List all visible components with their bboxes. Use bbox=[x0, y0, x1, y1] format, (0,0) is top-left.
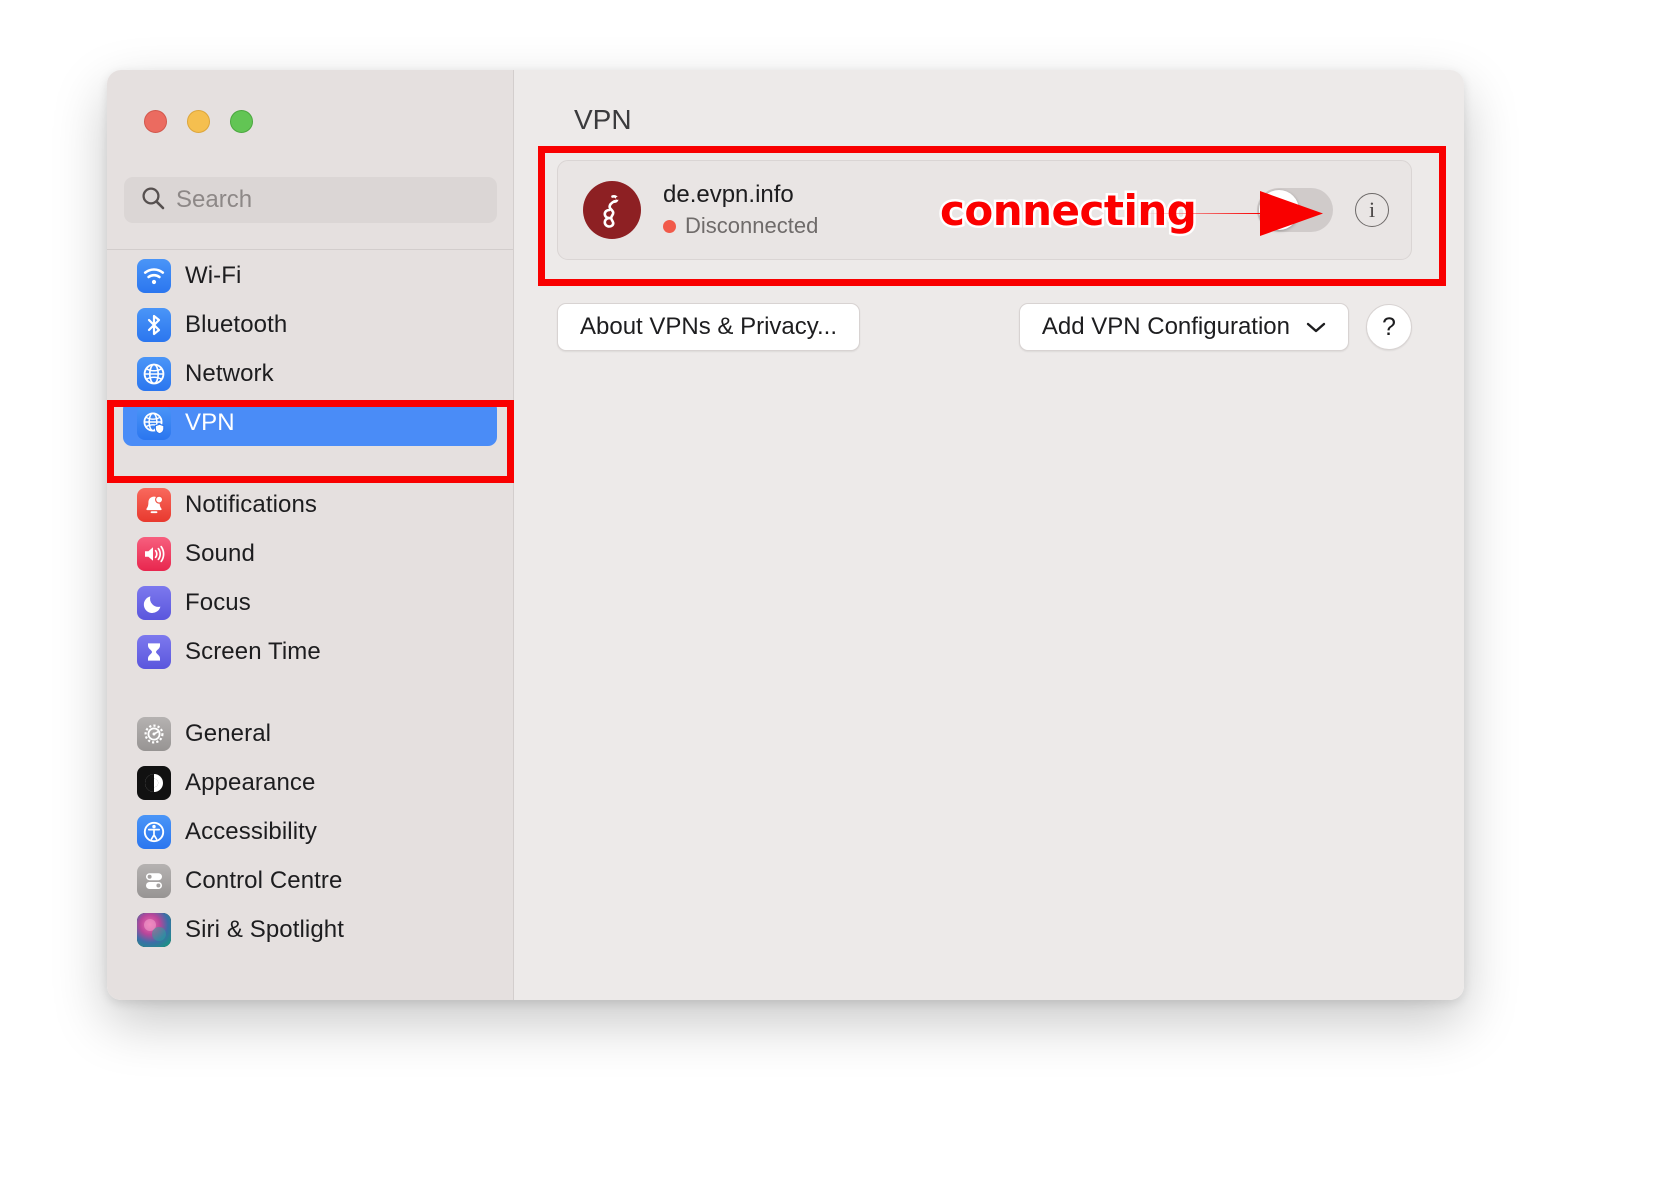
sidebar-item-focus[interactable]: Focus bbox=[123, 580, 497, 626]
speaker-icon bbox=[137, 537, 171, 571]
globe-icon bbox=[137, 357, 171, 391]
info-icon[interactable]: i bbox=[1355, 193, 1389, 227]
status-dot-icon bbox=[663, 219, 676, 233]
minimize-button[interactable] bbox=[187, 110, 210, 133]
sidebar-item-label: Control Centre bbox=[185, 867, 343, 894]
sidebar-item-notifications[interactable]: Notifications bbox=[123, 482, 497, 528]
sidebar-item-label: Screen Time bbox=[185, 638, 321, 665]
sidebar-item-label: VPN bbox=[185, 409, 235, 436]
sidebar-item-label: General bbox=[185, 720, 272, 747]
bluetooth-icon bbox=[137, 308, 171, 342]
sidebar-item-label: Focus bbox=[185, 589, 251, 616]
window-controls bbox=[144, 110, 253, 133]
wifi-icon bbox=[137, 259, 171, 293]
vpn-toggle[interactable] bbox=[1257, 188, 1333, 232]
vpn-provider-logo-icon bbox=[583, 181, 641, 239]
sidebar: Wi-Fi Bluetooth bbox=[107, 70, 514, 1000]
appearance-icon bbox=[137, 766, 171, 800]
sidebar-group-alerts: Notifications Sound Focus Screen Time bbox=[107, 482, 513, 675]
sidebar-item-wi-fi[interactable]: Wi-Fi bbox=[123, 253, 497, 299]
add-vpn-configuration-label: Add VPN Configuration bbox=[1041, 313, 1290, 340]
sidebar-item-accessibility[interactable]: Accessibility bbox=[123, 809, 497, 855]
main-content: VPN de.evpn.info Disconnected i About VP… bbox=[514, 70, 1464, 1000]
search-box[interactable] bbox=[124, 177, 497, 223]
search-icon bbox=[140, 185, 166, 216]
globe-shield-icon bbox=[137, 406, 171, 440]
moon-icon bbox=[137, 586, 171, 620]
switches-icon bbox=[137, 864, 171, 898]
sidebar-item-label: Accessibility bbox=[185, 818, 317, 845]
sidebar-item-label: Network bbox=[185, 360, 274, 387]
hourglass-icon bbox=[137, 635, 171, 669]
accessibility-icon bbox=[137, 815, 171, 849]
help-button[interactable]: ? bbox=[1366, 304, 1412, 350]
chevron-down-icon bbox=[1306, 313, 1326, 341]
vpn-configuration-row[interactable]: de.evpn.info Disconnected i bbox=[557, 160, 1412, 260]
sidebar-group-network: Wi-Fi Bluetooth Network VPN bbox=[107, 253, 513, 446]
sidebar-item-label: Siri & Spotlight bbox=[185, 916, 345, 943]
sidebar-item-appearance[interactable]: Appearance bbox=[123, 760, 497, 806]
sidebar-item-label: Appearance bbox=[185, 769, 316, 796]
vpn-name: de.evpn.info bbox=[663, 181, 794, 208]
bell-icon bbox=[137, 488, 171, 522]
page-title: VPN bbox=[574, 104, 632, 135]
vpn-row-controls: i bbox=[1257, 188, 1389, 232]
sidebar-item-network[interactable]: Network bbox=[123, 351, 497, 397]
system-settings-window: Wi-Fi Bluetooth bbox=[107, 70, 1464, 1000]
sidebar-item-general[interactable]: General bbox=[123, 711, 497, 757]
sidebar-item-screen-time[interactable]: Screen Time bbox=[123, 629, 497, 675]
search-input[interactable] bbox=[176, 186, 466, 214]
sidebar-item-control-centre[interactable]: Control Centre bbox=[123, 858, 497, 904]
sidebar-item-label: Notifications bbox=[185, 491, 318, 518]
maximize-button[interactable] bbox=[230, 110, 253, 133]
sidebar-item-bluetooth[interactable]: Bluetooth bbox=[123, 302, 497, 348]
sidebar-item-label: Wi-Fi bbox=[185, 262, 242, 289]
vpn-row-texts: de.evpn.info Disconnected bbox=[663, 181, 818, 239]
sidebar-nav[interactable]: Wi-Fi Bluetooth Network VPN Notification… bbox=[107, 250, 513, 1000]
sidebar-item-label: Sound bbox=[185, 540, 255, 567]
sidebar-group-system: General Appearance Accessibility Control… bbox=[107, 711, 513, 953]
toggle-knob bbox=[1259, 190, 1299, 230]
status-badge: Disconnected bbox=[685, 213, 819, 238]
sidebar-item-label: Bluetooth bbox=[185, 311, 288, 338]
siri-icon bbox=[137, 913, 171, 947]
action-buttons-row: About VPNs & Privacy... Add VPN Configur… bbox=[557, 303, 1412, 351]
close-button[interactable] bbox=[144, 110, 167, 133]
add-vpn-configuration-button[interactable]: Add VPN Configuration bbox=[1018, 303, 1349, 351]
sidebar-item-siri-and-spotlight[interactable]: Siri & Spotlight bbox=[123, 907, 497, 953]
about-vpns-and-privacy-button[interactable]: About VPNs & Privacy... bbox=[557, 303, 860, 351]
sidebar-item-vpn[interactable]: VPN bbox=[123, 400, 497, 446]
sidebar-item-sound[interactable]: Sound bbox=[123, 531, 497, 577]
gear-icon bbox=[137, 717, 171, 751]
vpn-status: Disconnected bbox=[663, 213, 818, 239]
